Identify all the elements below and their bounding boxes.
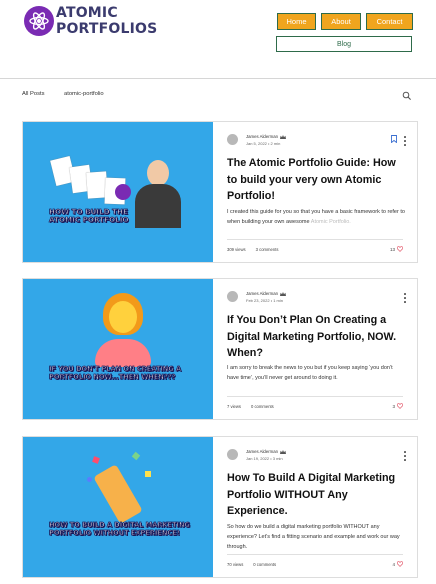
heart-icon xyxy=(397,246,403,252)
like-count: 13 xyxy=(389,246,395,252)
nav-home-button[interactable]: Home xyxy=(277,13,316,30)
author-name-text: James Alderman xyxy=(246,291,279,296)
logo-text: ATOMIC PORTFOLIOS xyxy=(56,5,157,37)
heart-icon xyxy=(397,403,403,409)
atom-logo-icon xyxy=(24,6,54,36)
like-count: 4 xyxy=(392,561,395,567)
author-avatar[interactable] xyxy=(227,291,238,302)
logo-line-1: ATOMIC xyxy=(56,5,118,21)
confetti-piece xyxy=(145,471,151,477)
heart-icon xyxy=(397,561,403,567)
author-name-text: James Alderman xyxy=(246,449,279,454)
like-button[interactable]: 3 xyxy=(392,403,403,409)
like-count: 3 xyxy=(392,403,395,409)
confetti-piece xyxy=(87,477,92,482)
post-body: James Alderman Jan 19, 2022 • 3 min How … xyxy=(227,437,407,577)
confetti-piece xyxy=(92,456,100,464)
more-options-icon[interactable] xyxy=(403,136,407,146)
nav-blog-button[interactable]: Blog xyxy=(276,36,412,52)
crown-icon xyxy=(280,291,287,296)
like-button[interactable]: 4 xyxy=(392,561,403,567)
post-stats: 70 views 0 comments xyxy=(227,562,286,567)
post-title[interactable]: How To Build A Digital Marketing Portfol… xyxy=(227,470,407,520)
bookmark-icon[interactable] xyxy=(391,135,397,143)
stats-divider xyxy=(227,239,403,240)
author-name[interactable]: James Alderman xyxy=(246,449,287,454)
post-excerpt: I am sorry to break the news to you but … xyxy=(227,365,393,381)
post-meta: Jan 19, 2022 • 3 min xyxy=(246,456,283,461)
search-icon[interactable] xyxy=(402,91,412,101)
atom-logo-icon xyxy=(115,184,131,200)
author-avatar[interactable] xyxy=(227,449,238,460)
category-all-posts[interactable]: All Posts xyxy=(22,91,45,97)
author-name-text: James Alderman xyxy=(246,134,279,139)
view-count: 309 views xyxy=(227,247,246,252)
read-time: 3 min xyxy=(272,456,283,461)
emoji-face xyxy=(109,301,137,333)
view-count: 7 views xyxy=(227,404,241,409)
post-meta: Feb 23, 2022 • 1 min xyxy=(246,298,283,303)
read-time: 2 min xyxy=(270,141,281,146)
post-title[interactable]: If You Don’t Plan On Creating a Digital … xyxy=(227,312,407,362)
crown-icon xyxy=(280,449,287,454)
crown-icon xyxy=(280,134,287,139)
post-card[interactable]: HOW TO BUILD THE ATOMIC PORTFOLIO James … xyxy=(22,121,418,263)
confetti-piece xyxy=(131,451,141,461)
image-caption: IF YOU DON'T PLAN ON CREATING A PORTFOLI… xyxy=(49,365,182,382)
more-options-icon[interactable] xyxy=(403,451,407,461)
post-image[interactable]: IF YOU DON'T PLAN ON CREATING A PORTFOLI… xyxy=(23,279,213,419)
post-meta: Jan 5, 2022 • 2 min xyxy=(246,141,281,146)
read-time: 1 min xyxy=(273,298,283,303)
party-popper-icon xyxy=(93,464,143,524)
blog-page: ATOMIC PORTFOLIOS Home About Contact Blo… xyxy=(0,0,436,584)
more-options-icon[interactable] xyxy=(403,293,407,303)
post-excerpt: So how do we build a digital marketing p… xyxy=(227,524,400,550)
logo-line-2: PORTFOLIOS xyxy=(56,21,158,37)
comment-count[interactable]: 0 comments xyxy=(253,562,276,567)
post-image[interactable]: HOW TO BUILD A DIGITAL MARKETING PORTFOL… xyxy=(23,437,213,577)
image-caption: HOW TO BUILD A DIGITAL MARKETING PORTFOL… xyxy=(49,521,191,538)
person-head xyxy=(147,160,169,186)
post-body: James Alderman Feb 23, 2022 • 1 min If Y… xyxy=(227,279,407,419)
stats-divider xyxy=(227,396,403,397)
site-logo[interactable]: ATOMIC PORTFOLIOS xyxy=(24,3,157,39)
post-excerpt: I created this guide for you so that you… xyxy=(227,207,405,227)
post-title[interactable]: The Atomic Portfolio Guide: How to build… xyxy=(227,155,407,205)
post-card[interactable]: IF YOU DON'T PLAN ON CREATING A PORTFOLI… xyxy=(22,278,418,420)
post-stats: 7 views 0 comments xyxy=(227,404,284,409)
header-divider xyxy=(0,78,436,79)
emoji-body xyxy=(95,339,151,367)
post-date: Feb 23, 2022 xyxy=(246,298,270,303)
author-name[interactable]: James Alderman xyxy=(246,291,287,296)
comment-count[interactable]: 3 comments xyxy=(256,247,279,252)
post-body: James Alderman Jan 5, 2022 • 2 min The A… xyxy=(227,122,407,262)
author-avatar[interactable] xyxy=(227,134,238,145)
excerpt-fade-text: Atomic Portfolio. xyxy=(310,219,351,225)
post-card[interactable]: HOW TO BUILD A DIGITAL MARKETING PORTFOL… xyxy=(22,436,418,578)
like-button[interactable]: 13 xyxy=(390,246,403,252)
image-caption: HOW TO BUILD THE ATOMIC PORTFOLIO xyxy=(49,207,129,224)
post-date: Jan 5, 2022 xyxy=(246,141,267,146)
post-date: Jan 19, 2022 xyxy=(246,456,270,461)
category-atomic-portfolio[interactable]: atomic-portfolio xyxy=(64,91,104,97)
post-image[interactable]: HOW TO BUILD THE ATOMIC PORTFOLIO xyxy=(23,122,213,262)
author-name[interactable]: James Alderman xyxy=(246,134,287,139)
view-count: 70 views xyxy=(227,562,244,567)
nav-contact-button[interactable]: Contact xyxy=(366,13,413,30)
stats-divider xyxy=(227,554,403,555)
comment-count[interactable]: 0 comments xyxy=(251,404,274,409)
nav-about-button[interactable]: About xyxy=(321,13,361,30)
post-stats: 309 views 3 comments xyxy=(227,247,288,252)
